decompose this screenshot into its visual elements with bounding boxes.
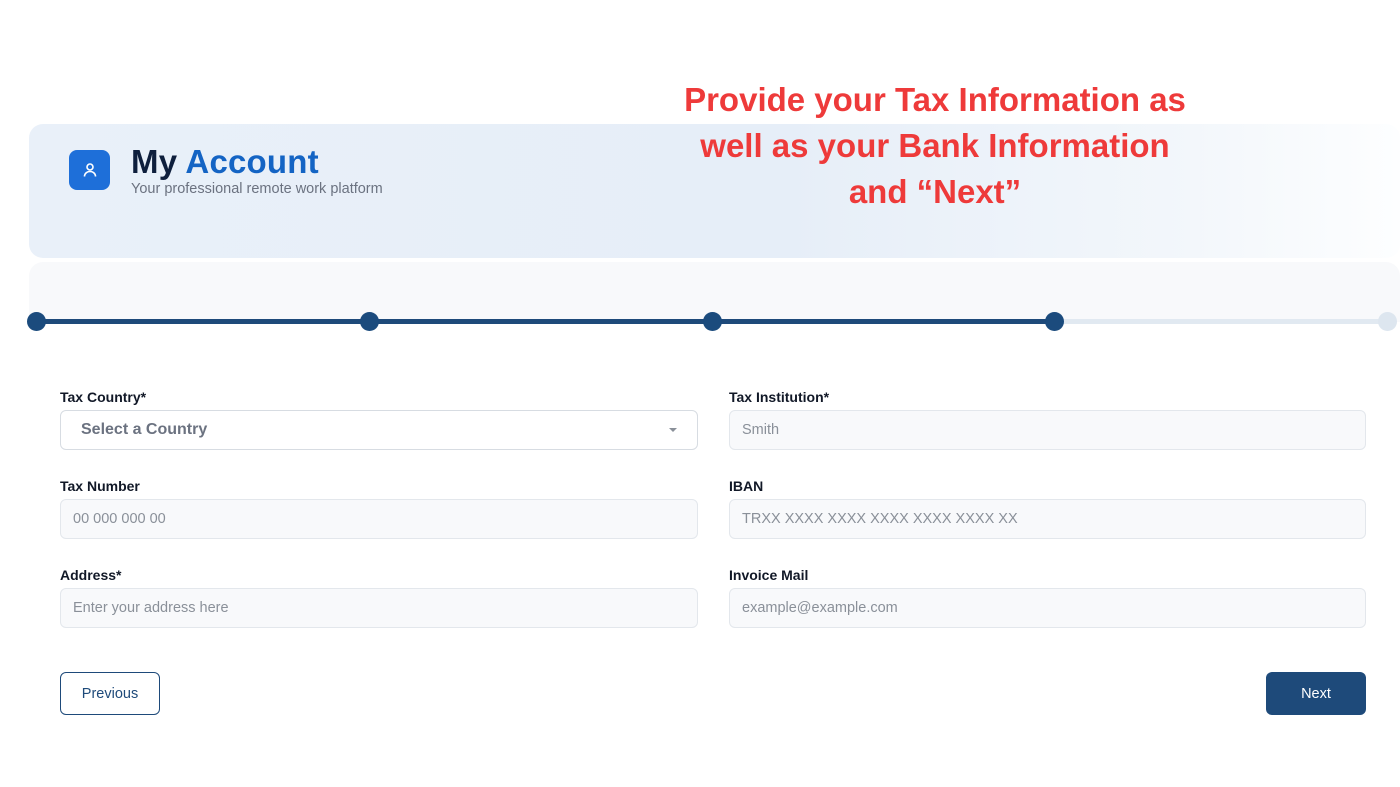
tax-country-label: Tax Country* — [60, 389, 147, 405]
previous-button[interactable]: Previous — [60, 672, 160, 715]
step-1-dot — [27, 312, 46, 331]
page: My Account Your professional remote work… — [0, 0, 1400, 787]
invoice-mail-label: Invoice Mail — [729, 567, 809, 583]
step-2-dot — [360, 312, 379, 331]
stepper-progress — [37, 319, 1055, 324]
instruction-line-3: and “Next” — [848, 173, 1022, 210]
form-card-body — [29, 322, 1400, 787]
address-label: Address* — [60, 567, 122, 583]
tax-number-label: Tax Number — [60, 478, 140, 494]
page-subtitle: Your professional remote work platform — [131, 181, 383, 197]
tax-institution-input[interactable] — [729, 410, 1366, 450]
tax-number-input[interactable] — [60, 499, 698, 539]
address-input[interactable] — [60, 588, 698, 628]
tax-institution-label: Tax Institution* — [729, 389, 830, 405]
tax-country-selected-value: Select a Country — [81, 421, 208, 438]
page-title-word-1: My — [131, 143, 178, 180]
page-title-word-2: Account — [185, 143, 319, 180]
iban-input[interactable] — [729, 499, 1366, 539]
step-5-dot — [1378, 312, 1397, 331]
instruction-line-1: Provide your Tax Information as — [684, 81, 1186, 118]
user-icon — [69, 150, 110, 190]
instruction-annotation: Provide your Tax Information as well as … — [640, 77, 1230, 215]
chevron-down-icon — [669, 428, 677, 432]
iban-label: IBAN — [729, 478, 764, 494]
step-3-dot — [703, 312, 722, 331]
tax-country-select[interactable]: Select a Country — [60, 410, 698, 450]
instruction-line-2: well as your Bank Information — [700, 127, 1170, 164]
next-button[interactable]: Next — [1266, 672, 1366, 715]
step-4-dot — [1045, 312, 1064, 331]
page-title: My Account — [131, 143, 319, 181]
invoice-mail-input[interactable] — [729, 588, 1366, 628]
